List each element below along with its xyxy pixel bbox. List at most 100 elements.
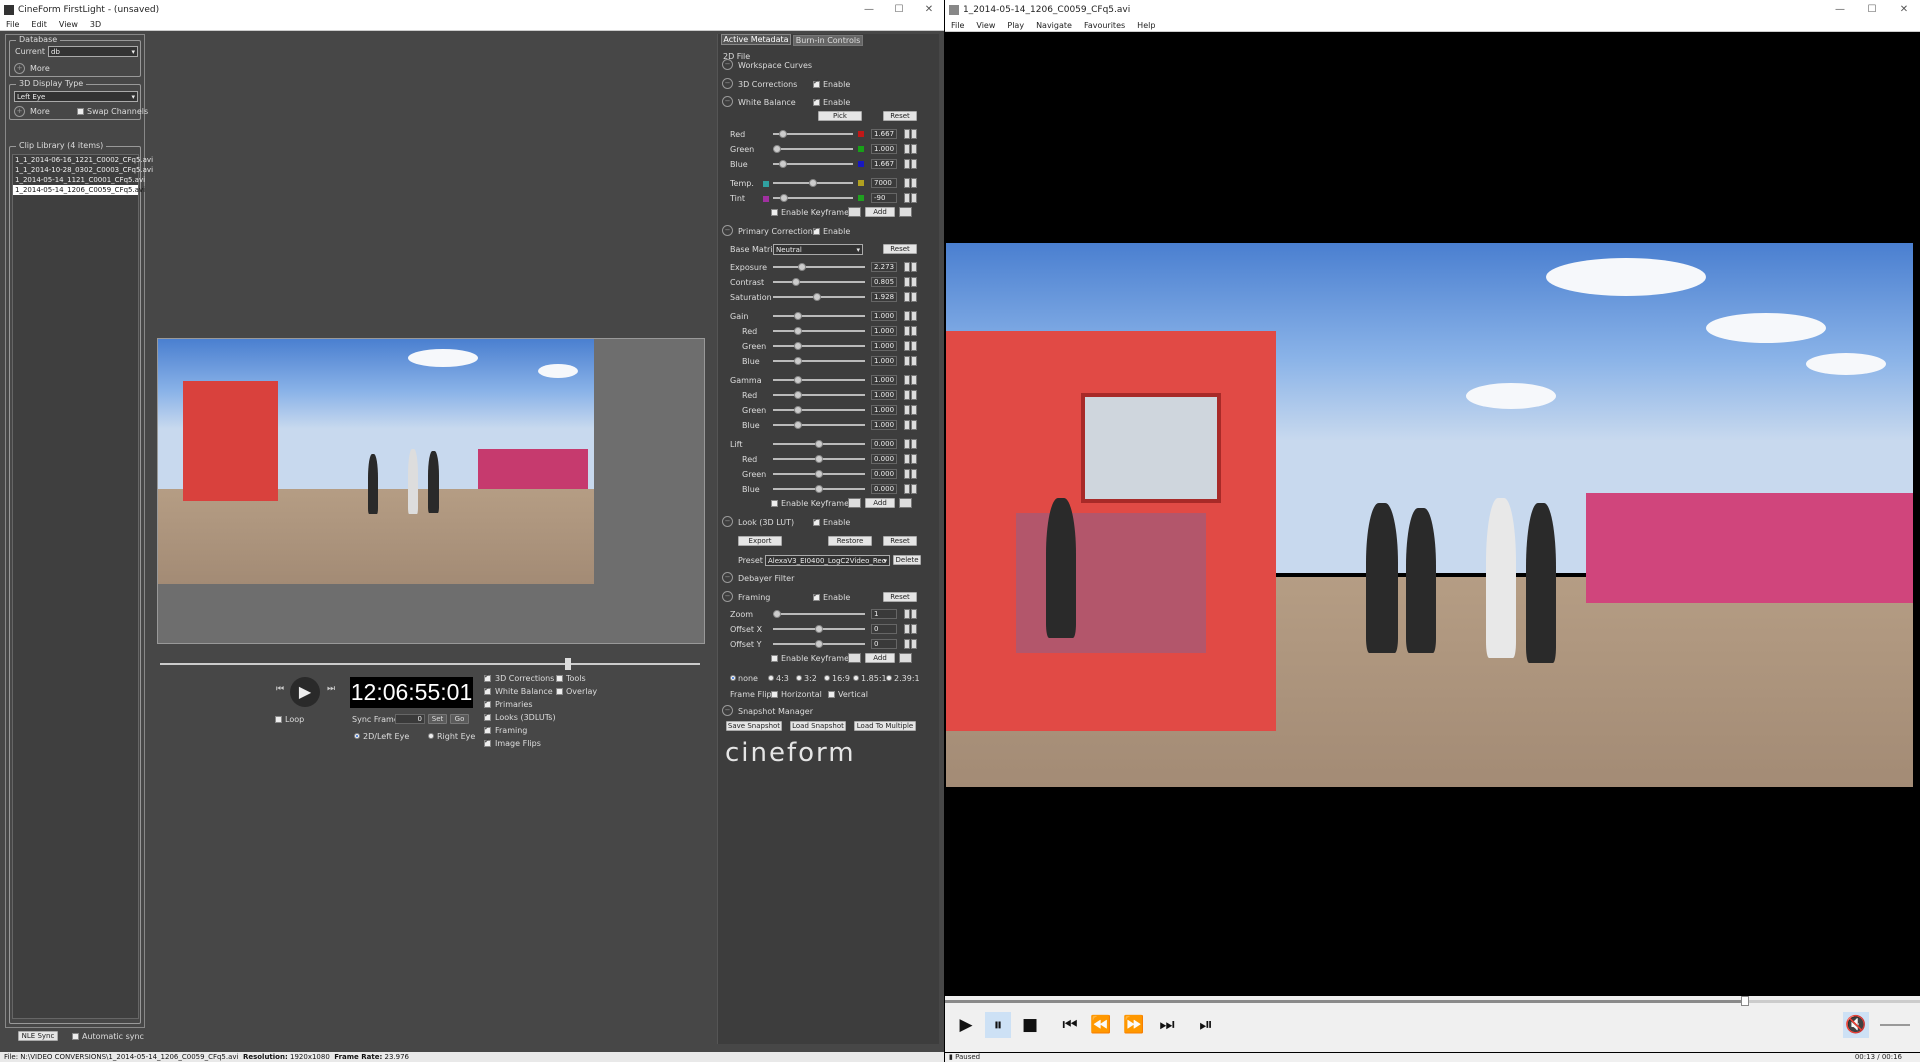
spin-down-icon[interactable] <box>904 405 910 415</box>
value-field[interactable]: 0.000 <box>871 484 897 494</box>
volume-slider[interactable] <box>1880 1024 1910 1026</box>
aspect-ratio-radio[interactable] <box>824 675 830 681</box>
clip-item[interactable]: 1_1_2014-10-28_0302_C0003_CFq5.avi <box>13 165 153 175</box>
spin-up-icon[interactable] <box>911 469 917 479</box>
collapse-icon[interactable]: − <box>722 591 733 602</box>
slider-knob[interactable] <box>794 312 802 320</box>
slider-knob[interactable] <box>794 342 802 350</box>
spin-down-icon[interactable] <box>904 375 910 385</box>
spin-down-icon[interactable] <box>904 178 910 188</box>
more-expand-icon[interactable]: + <box>14 106 25 117</box>
reset-button[interactable]: Reset <box>883 592 917 602</box>
slider-track[interactable] <box>773 312 865 320</box>
tools-checkbox[interactable] <box>556 675 563 682</box>
prev-keyframe-icon[interactable] <box>848 207 861 217</box>
toggle-checkbox[interactable] <box>484 711 491 721</box>
prev-keyframe-icon[interactable] <box>848 498 861 508</box>
debayer-title[interactable]: Debayer Filter <box>738 574 794 583</box>
collapse-icon[interactable]: − <box>722 225 733 236</box>
slider-track[interactable] <box>773 130 853 138</box>
add-keyframe-button[interactable]: Add <box>865 653 895 663</box>
spin-up-icon[interactable] <box>911 375 917 385</box>
slider-knob[interactable] <box>794 391 802 399</box>
spin-down-icon[interactable] <box>904 341 910 351</box>
enable-checkbox[interactable] <box>813 516 820 526</box>
value-field[interactable]: 1.667 <box>871 129 897 139</box>
enable-checkbox[interactable] <box>813 591 820 601</box>
slider-track[interactable] <box>773 145 853 153</box>
slider-track[interactable] <box>773 278 865 286</box>
spin-down-icon[interactable] <box>904 193 910 203</box>
preview-viewer[interactable] <box>157 338 705 644</box>
seek-bar[interactable] <box>945 996 1920 1006</box>
spin-up-icon[interactable] <box>911 341 917 351</box>
white-balance-title[interactable]: White Balance <box>738 98 796 107</box>
menu-file[interactable]: File <box>945 21 970 30</box>
slider-knob[interactable] <box>815 440 823 448</box>
spin-up-icon[interactable] <box>911 326 917 336</box>
slider-knob[interactable] <box>794 406 802 414</box>
framing-title[interactable]: Framing <box>738 593 770 602</box>
value-field[interactable]: 0 <box>871 624 897 634</box>
loop-checkbox[interactable] <box>275 716 282 723</box>
slider-knob[interactable] <box>780 194 788 202</box>
collapse-icon[interactable]: − <box>722 705 733 716</box>
spin-down-icon[interactable] <box>904 129 910 139</box>
spin-up-icon[interactable] <box>911 178 917 188</box>
spin-up-icon[interactable] <box>911 609 917 619</box>
spin-up-icon[interactable] <box>911 439 917 449</box>
spin-down-icon[interactable] <box>904 484 910 494</box>
slider-track[interactable] <box>773 640 865 648</box>
collapse-icon[interactable]: − <box>722 572 733 583</box>
set-button[interactable]: Set <box>428 714 447 724</box>
next-keyframe-icon[interactable] <box>899 498 912 508</box>
slider-knob[interactable] <box>815 640 823 648</box>
spin-up-icon[interactable] <box>911 144 917 154</box>
load-snapshot-button[interactable]: Load Snapshot <box>790 721 846 731</box>
look-title[interactable]: Look (3D LUT) <box>738 518 794 527</box>
spin-down-icon[interactable] <box>904 277 910 287</box>
slider-track[interactable] <box>773 342 865 350</box>
spin-up-icon[interactable] <box>911 292 917 302</box>
spin-down-icon[interactable] <box>904 144 910 154</box>
collapse-icon[interactable]: − <box>722 516 733 527</box>
slider-track[interactable] <box>773 194 853 202</box>
slider-track[interactable] <box>773 179 853 187</box>
menu-favourites[interactable]: Favourites <box>1078 21 1131 30</box>
collapse-icon[interactable]: − <box>722 59 733 70</box>
seek-handle[interactable] <box>1740 996 1749 1006</box>
slider-knob[interactable] <box>798 263 806 271</box>
value-field[interactable]: 1.667 <box>871 159 897 169</box>
spin-down-icon[interactable] <box>904 292 910 302</box>
value-field[interactable]: 1.000 <box>871 341 897 351</box>
export-button[interactable]: Export <box>738 536 782 546</box>
tab-active-metadata[interactable]: Active Metadata <box>721 34 791 45</box>
spin-up-icon[interactable] <box>911 277 917 287</box>
play-icon[interactable]: ▶ <box>290 677 320 707</box>
go-button[interactable]: Go <box>450 714 469 724</box>
close-icon[interactable]: ✕ <box>1888 0 1920 19</box>
spin-down-icon[interactable] <box>904 624 910 634</box>
aspect-ratio-radio[interactable] <box>768 675 774 681</box>
stop-icon[interactable]: ■ <box>1017 1012 1043 1038</box>
spin-up-icon[interactable] <box>911 193 917 203</box>
add-keyframe-button[interactable]: Add <box>865 207 895 217</box>
menu-edit[interactable]: Edit <box>25 20 53 29</box>
overlay-checkbox[interactable] <box>556 688 563 695</box>
menu-view[interactable]: View <box>53 20 84 29</box>
toggle-checkbox[interactable] <box>484 737 491 747</box>
add-keyframe-button[interactable]: Add <box>865 498 895 508</box>
spin-up-icon[interactable] <box>911 420 917 430</box>
value-field[interactable]: 1.000 <box>871 420 897 430</box>
slider-track[interactable] <box>773 357 865 365</box>
display3d-more[interactable]: More <box>30 107 50 116</box>
next-keyframe-icon[interactable] <box>899 653 912 663</box>
tab-burnin-controls[interactable]: Burn-in Controls <box>793 35 863 46</box>
snapshot-manager-title[interactable]: Snapshot Manager <box>738 707 813 716</box>
restore-button[interactable]: Restore <box>828 536 872 546</box>
clip-item[interactable]: 1_1_2014-06-16_1221_C0002_CFq5.avi <box>13 155 153 165</box>
slider-track[interactable] <box>773 263 865 271</box>
automatic-sync-checkbox[interactable] <box>72 1033 79 1040</box>
slider-knob[interactable] <box>815 485 823 493</box>
swap-channels-checkbox[interactable] <box>77 108 84 115</box>
